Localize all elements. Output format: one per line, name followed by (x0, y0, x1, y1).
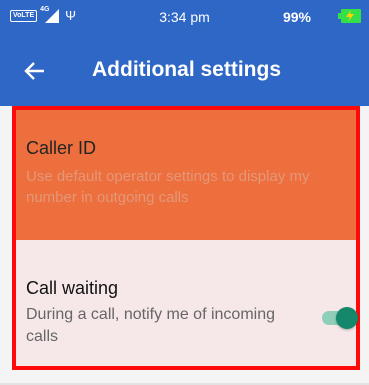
setting-call-waiting[interactable]: Call waiting During a call, notify me of… (16, 240, 358, 366)
setting-title: Call waiting (26, 278, 119, 298)
page-title: Additional settings (92, 58, 281, 81)
highlight-frame: Caller ID Use default operator settings … (12, 106, 360, 370)
call-waiting-toggle[interactable] (322, 307, 358, 329)
arrow-left-icon[interactable] (22, 58, 48, 84)
setting-summary: Use default operator settings to display… (26, 168, 310, 206)
battery-charging-icon (338, 9, 361, 23)
battery-percent: 99% (282, 9, 311, 25)
status-bar: VoLTE 4G Ψ 3:34 pm 99% (0, 0, 369, 34)
setting-title: Caller ID (26, 138, 97, 158)
app-bar: Additional settings (0, 34, 369, 106)
toggle-thumb (336, 307, 358, 329)
status-time: 3:34 pm (159, 9, 210, 25)
settings-list: Caller ID Use default operator settings … (0, 106, 369, 385)
setting-summary: During a call, notify me of incoming cal… (26, 306, 275, 345)
setting-caller-id[interactable]: Caller ID Use default operator settings … (16, 110, 356, 240)
